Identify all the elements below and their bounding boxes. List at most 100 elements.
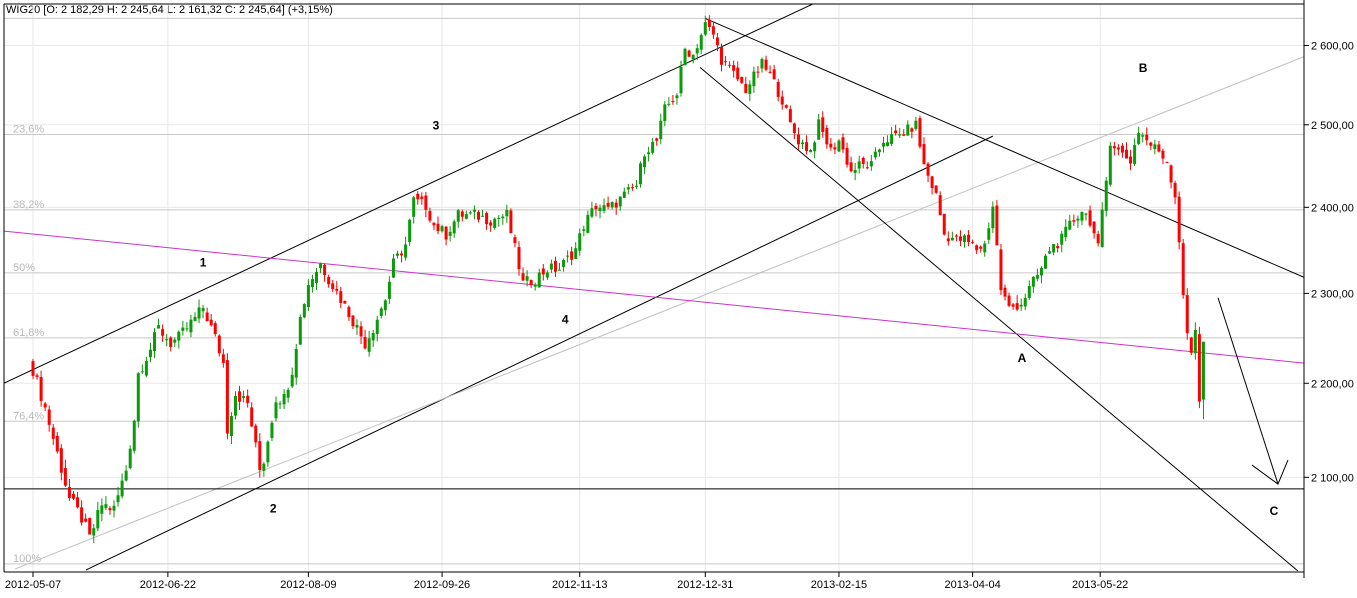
candle: [663, 101, 667, 127]
candle: [934, 185, 938, 195]
candle: [238, 385, 242, 411]
candle-body: [363, 336, 367, 349]
y-tick-label: 2 600,00: [1311, 40, 1354, 52]
candle: [906, 120, 910, 136]
candle: [39, 370, 43, 407]
candle: [80, 500, 84, 526]
candle-body: [1125, 149, 1128, 159]
candle: [788, 105, 792, 123]
candle: [290, 367, 294, 389]
candle-body: [570, 251, 574, 260]
candle-body: [100, 505, 104, 514]
candle: [805, 135, 809, 155]
candle-body: [521, 273, 525, 281]
candle: [420, 192, 424, 205]
candle-body: [128, 448, 132, 469]
candle-body: [136, 373, 140, 422]
candle: [1072, 214, 1076, 226]
candle-body: [890, 134, 894, 145]
candle: [347, 305, 351, 321]
candle: [869, 154, 873, 171]
candle-body: [971, 242, 975, 244]
candle: [1112, 141, 1116, 156]
candle-body: [359, 326, 363, 337]
candle: [440, 224, 444, 233]
candle-body: [894, 130, 898, 134]
candle: [845, 142, 849, 168]
candle: [436, 216, 440, 235]
candle: [412, 196, 416, 224]
candle: [185, 321, 189, 332]
candle: [315, 268, 318, 290]
upper-channel-line: [4, 4, 815, 384]
candle-body: [132, 420, 136, 451]
y-tick-label: 2 200,00: [1311, 378, 1354, 390]
candle-body: [63, 468, 67, 486]
candle: [967, 230, 971, 247]
candle-body: [485, 213, 489, 225]
lower-channel-line: [85, 135, 994, 571]
candle-body: [408, 219, 412, 243]
candle: [622, 187, 626, 198]
candle: [995, 199, 999, 246]
x-tick-label: 2012-12-31: [677, 579, 733, 591]
candle-body: [209, 319, 213, 326]
candle: [193, 312, 197, 322]
candle-body: [784, 105, 788, 108]
wave-label: 3: [433, 119, 440, 133]
candle: [578, 228, 582, 256]
candle-body: [1129, 156, 1133, 164]
candle-body: [424, 195, 428, 210]
candle-body: [76, 497, 80, 508]
candle-body: [877, 149, 881, 153]
candle-body: [995, 205, 999, 246]
candle-body: [1056, 246, 1060, 249]
candle: [796, 127, 800, 150]
candle: [809, 148, 813, 153]
candle: [626, 183, 630, 195]
candle-body: [302, 304, 306, 318]
candle-body: [817, 119, 821, 140]
candle-body: [655, 138, 659, 141]
candle-body: [752, 71, 756, 87]
candle-body: [420, 196, 424, 199]
candle: [1084, 212, 1088, 221]
candle-body: [387, 281, 391, 299]
candle-body: [558, 269, 561, 271]
candle: [691, 54, 695, 64]
candle-body: [614, 202, 618, 208]
candle-body: [331, 283, 335, 289]
candle: [724, 55, 728, 66]
candle-body: [169, 337, 173, 347]
candle: [1137, 126, 1141, 145]
candle: [1039, 266, 1043, 284]
fib-level-label: 76,4%: [13, 410, 44, 422]
candle-body: [1031, 276, 1035, 287]
candle-body: [464, 214, 468, 219]
candle: [144, 356, 148, 378]
candle: [975, 244, 979, 255]
candle-body: [958, 236, 962, 241]
candle-body: [31, 361, 35, 376]
candle-body: [553, 260, 557, 272]
candle: [1088, 205, 1092, 228]
candle: [1173, 180, 1177, 205]
candle: [744, 76, 748, 94]
candle: [1145, 127, 1149, 146]
candle: [225, 353, 229, 440]
candle-body: [594, 205, 598, 210]
candle: [355, 319, 359, 335]
candle: [1169, 164, 1173, 189]
candle: [468, 210, 472, 215]
candle-body: [1165, 161, 1169, 163]
wave-label: 2: [270, 501, 277, 515]
candle: [821, 111, 825, 138]
candle: [930, 175, 934, 195]
candle-body: [1149, 142, 1153, 146]
candle: [521, 267, 525, 281]
candle: [157, 318, 161, 329]
candle-body: [695, 48, 699, 54]
candle: [861, 156, 865, 169]
candle: [776, 78, 780, 102]
candle-body: [979, 246, 983, 249]
